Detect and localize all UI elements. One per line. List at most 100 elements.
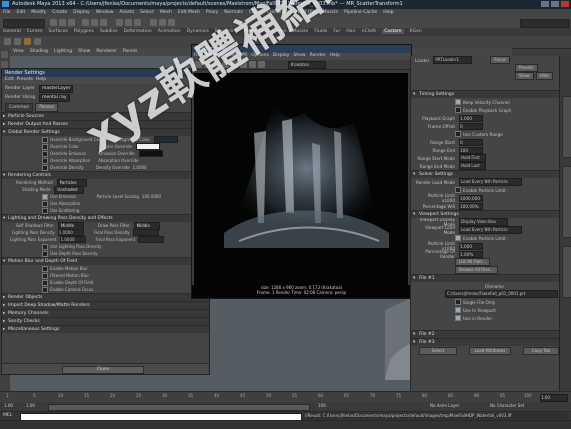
use-render-checkbox[interactable]: [455, 315, 461, 321]
menu-edit-mesh[interactable]: Edit Mesh: [178, 10, 200, 15]
minimize-button[interactable]: [541, 1, 549, 7]
menu-select[interactable]: Select: [140, 10, 154, 15]
enable-camera-focus-checkbox[interactable]: [42, 286, 48, 293]
quick-select-field[interactable]: [520, 19, 570, 28]
density-override-value[interactable]: 1.0000: [133, 165, 147, 170]
render-particle-limit-field[interactable]: 1000.000: [459, 194, 483, 202]
snap-grid-icon[interactable]: [116, 19, 123, 26]
range-slider-bar[interactable]: [48, 404, 310, 411]
section-import-deep[interactable]: Import Deep Shadow/Matte Renders: [2, 301, 209, 309]
keep-velocity-checkbox[interactable]: [455, 99, 461, 105]
viewport-percentage-field[interactable]: 1.00%: [459, 250, 483, 258]
loader-field[interactable]: PRTLoader1: [433, 56, 473, 64]
shelf-tab-custom[interactable]: Custom: [382, 29, 404, 34]
emission-override-swatch[interactable]: [138, 150, 163, 157]
renderer-dropdown[interactable]: Krakatoa: [288, 61, 326, 69]
use-custom-range-checkbox[interactable]: [455, 131, 461, 137]
viewport-load-dropdown[interactable]: Load Every Nth Particle: [459, 226, 522, 234]
file-3-section[interactable]: File #3: [411, 338, 560, 346]
menu-set-dropdown[interactable]: [3, 19, 45, 28]
enable-dof-checkbox[interactable]: [42, 279, 48, 286]
snap-curve-icon[interactable]: [125, 19, 132, 26]
render-layer-dropdown[interactable]: masterLayer: [39, 84, 74, 93]
viewport-display-dropdown[interactable]: Display Velocities: [459, 218, 508, 226]
maximize-button[interactable]: [551, 1, 559, 7]
rs-menu-presets[interactable]: Presets: [17, 77, 33, 82]
viewport-section[interactable]: Viewport Settings: [411, 210, 560, 218]
menu-pipeline-cache[interactable]: Pipeline Cache: [344, 10, 377, 15]
current-frame-field[interactable]: 1.00: [540, 394, 568, 402]
select-component-icon[interactable]: [100, 19, 107, 26]
use-absorption-checkbox[interactable]: [42, 200, 48, 207]
section-rendering-controls[interactable]: Rendering Controls: [2, 171, 209, 179]
start-frame-field[interactable]: 1.00: [4, 403, 13, 408]
viewport-menu-renderer[interactable]: Renderer: [96, 49, 117, 54]
presets-button[interactable]: Presets: [515, 64, 538, 72]
override-absorption-checkbox[interactable]: [42, 157, 48, 164]
lighting-exponent-field[interactable]: 1.0000: [59, 236, 86, 243]
use-depth-density-checkbox[interactable]: [42, 250, 48, 257]
shelf-tab-deformation[interactable]: Deformation: [124, 29, 152, 34]
shelf-tab-subdivs[interactable]: Subdivs: [100, 29, 118, 34]
snap-point-icon[interactable]: [134, 19, 141, 26]
section-render-objects[interactable]: Render Objects: [2, 293, 209, 301]
menu-create[interactable]: Create: [52, 10, 67, 15]
show-button[interactable]: Show: [515, 72, 534, 80]
file-path-field[interactable]: C:/Users/jfenlas/FlakeFall_p01_0001.prt: [445, 290, 558, 298]
shelf-tool-icon[interactable]: [34, 38, 41, 45]
use-viewport-checkbox[interactable]: [455, 307, 461, 313]
attribute-editor-tab[interactable]: [562, 166, 571, 238]
rs-tab-passes[interactable]: Passes: [35, 102, 59, 112]
playback-graph-field[interactable]: 1.000: [459, 114, 483, 122]
menu-edit[interactable]: Edit: [17, 10, 26, 15]
open-scene-icon[interactable]: [59, 19, 66, 26]
rs-tab-common[interactable]: Common: [5, 102, 34, 112]
shelf-tab-ncloth[interactable]: nCloth: [362, 29, 377, 34]
shelf-tool-icon[interactable]: [24, 38, 31, 45]
use-scattering-checkbox[interactable]: [42, 207, 48, 214]
range-end-field[interactable]: 100: [459, 146, 483, 154]
file-2-section[interactable]: File #2: [411, 330, 560, 338]
viewport-menu-shading[interactable]: Shading: [30, 49, 48, 54]
rv-menu-help[interactable]: Help: [330, 53, 340, 58]
tool-settings-tab[interactable]: [562, 246, 571, 298]
close-render-settings-button[interactable]: Close: [62, 366, 144, 374]
section-sanity[interactable]: Sanity Checks: [2, 317, 209, 325]
enable-playback-checkbox[interactable]: [455, 107, 461, 113]
menu-assets[interactable]: Assets: [119, 10, 134, 15]
ipr-render-icon[interactable]: [159, 19, 166, 26]
override-bg-checkbox[interactable]: [42, 136, 48, 143]
range-start-frame-field[interactable]: 1.00: [26, 403, 35, 408]
viewport-menu-panels[interactable]: Panels: [123, 49, 137, 54]
mel-label[interactable]: MEL: [3, 413, 12, 418]
shelf-tab-fluids[interactable]: Fluids: [314, 29, 327, 34]
use-lighting-density-checkbox[interactable]: [42, 243, 48, 250]
rendered-image[interactable]: [194, 73, 408, 285]
viewport-particle-limit-field[interactable]: 5.000: [459, 242, 483, 250]
render-percentage-field[interactable]: 100.00%: [459, 202, 483, 210]
shelf-tool-icon[interactable]: [14, 38, 21, 45]
rv-menu-show[interactable]: Show: [293, 53, 305, 58]
shelf-tab-curves[interactable]: Curves: [27, 29, 43, 34]
save-scene-icon[interactable]: [68, 19, 75, 26]
focus-button[interactable]: Focus: [490, 56, 510, 64]
render-current-icon[interactable]: [150, 19, 157, 26]
load-attributes-button[interactable]: Load Attributes: [469, 347, 511, 355]
final-density-field[interactable]: [132, 229, 159, 236]
bg-color-swatch[interactable]: [153, 136, 178, 143]
section-lighting[interactable]: Lighting and Drawing Pass Density and Ef…: [2, 214, 209, 222]
timing-section[interactable]: Timing Settings: [411, 90, 560, 98]
section-motion-blur[interactable]: Motion Blur and Depth Of Field: [2, 257, 209, 265]
override-color-checkbox[interactable]: [42, 143, 48, 150]
viewport-limit-checkbox[interactable]: [455, 235, 461, 241]
menu-help[interactable]: Help: [383, 10, 393, 15]
menu-display[interactable]: Display: [73, 10, 90, 15]
close-button[interactable]: [561, 1, 569, 7]
select-tool-icon[interactable]: [1, 51, 8, 58]
section-memory[interactable]: Memory Channels: [2, 309, 209, 317]
shelf-tab-polygons[interactable]: Polygons: [74, 29, 94, 34]
render-settings-icon[interactable]: [168, 19, 175, 26]
enable-motion-blur-checkbox[interactable]: [42, 265, 48, 272]
filtered-motion-blur-checkbox[interactable]: [42, 272, 48, 279]
frame-offset-field[interactable]: 0: [459, 122, 483, 130]
